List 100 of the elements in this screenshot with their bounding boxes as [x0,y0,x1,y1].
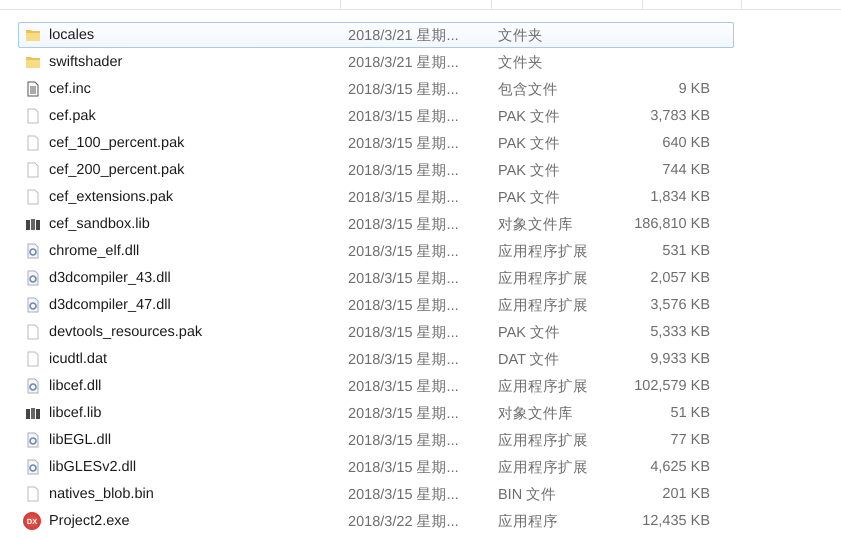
file-type: 文件夹 [498,26,544,44]
file-type: 对象文件库 [498,404,574,422]
file-size: 51 KB [670,405,710,421]
blank-file-icon [25,486,41,502]
file-size: 5,333 KB [650,324,710,340]
file-name: cef.pak [49,108,96,124]
modified-date: 2018/3/15 星期... [348,216,460,234]
file-size: 77 KB [670,432,710,448]
books-icon [25,216,41,232]
file-size: 201 KB [662,486,710,502]
blank-file-icon [25,162,41,178]
file-size: 2,057 KB [650,270,710,286]
file-type: 应用程序扩展 [498,242,589,260]
file-name: libEGL.dll [49,432,112,448]
blank-file-icon [25,135,41,151]
file-type: 对象文件库 [498,216,574,234]
file-size: 640 KB [662,135,710,151]
file-name: libcef.lib [49,405,102,421]
file-type: PAK 文件 [498,162,561,180]
blank-file-icon [25,189,41,205]
books-icon [25,405,41,421]
modified-date: 2018/3/15 星期... [348,486,460,504]
file-size: 3,783 KB [650,108,710,124]
file-row[interactable]: swiftshader 2018/3/21 星期... 文件夹 [18,49,734,75]
file-type: 应用程序扩展 [498,270,589,288]
file-size: 531 KB [662,243,710,259]
modified-date: 2018/3/15 星期... [348,378,460,396]
blank-file-icon [25,108,41,124]
file-row[interactable]: cef_200_percent.pak 2018/3/15 星期... PAK 文件 744 KB [18,157,734,183]
file-row[interactable]: natives_blob.bin 2018/3/15 星期... BIN 文件 201 KB [18,481,734,507]
file-name: libcef.dll [49,378,102,394]
file-size: 744 KB [662,162,710,178]
modified-date: 2018/3/15 星期... [348,188,460,206]
modified-date: 2018/3/15 星期... [348,350,460,368]
folder-icon [25,54,41,70]
file-row[interactable]: cef_extensions.pak 2018/3/15 星期... PAK 文件 1,834 KB [18,184,734,210]
file-name: devtools_resources.pak [49,324,202,340]
modified-date: 2018/3/15 星期... [348,242,460,260]
modified-date: 2018/3/15 星期... [348,270,460,288]
file-type: 应用程序 [498,512,559,530]
text-file-icon [25,81,41,97]
file-row[interactable]: locales 2018/3/21 星期... 文件夹 [18,22,734,48]
file-row[interactable]: libcef.dll 2018/3/15 星期... 应用程序扩展 102,579 KB [18,373,734,399]
file-name: d3dcompiler_47.dll [49,297,171,313]
blank-file-icon [25,351,41,367]
file-name: swiftshader [49,54,122,70]
modified-date: 2018/3/22 星期... [348,512,460,530]
file-row[interactable]: devtools_resources.pak 2018/3/15 星期... PAK 文件 5,333 KB [18,319,734,345]
modified-date: 2018/3/15 星期... [348,108,460,126]
file-row[interactable]: libGLESv2.dll 2018/3/15 星期... 应用程序扩展 4,625 KB [18,454,734,480]
file-name: d3dcompiler_43.dll [49,270,171,286]
file-size: 1,834 KB [650,189,710,205]
modified-date: 2018/3/15 星期... [348,432,460,450]
file-type: PAK 文件 [498,188,561,206]
file-row[interactable]: chrome_elf.dll 2018/3/15 星期... 应用程序扩展 531 KB [18,238,734,264]
file-name: cef_200_percent.pak [49,162,184,178]
file-type: 文件夹 [498,54,544,72]
file-name: natives_blob.bin [49,486,154,502]
file-type: PAK 文件 [498,324,561,342]
file-name: Project2.exe [49,513,130,529]
file-size: 186,810 KB [634,216,710,232]
file-size: 9 KB [678,81,710,97]
file-size: 9,933 KB [650,351,710,367]
file-name: icudtl.dat [49,351,108,367]
file-row[interactable]: cef.pak 2018/3/15 星期... PAK 文件 3,783 KB [18,103,734,129]
file-type: PAK 文件 [498,108,561,126]
file-row[interactable]: cef.inc 2018/3/15 星期... 包含文件 9 KB [18,76,734,102]
file-type: BIN 文件 [498,486,558,504]
file-row[interactable]: libcef.lib 2018/3/15 星期... 对象文件库 51 KB [18,400,734,426]
file-name: cef.inc [49,81,91,97]
file-name: cef_100_percent.pak [49,135,184,151]
file-type: 应用程序扩展 [498,296,589,314]
file-size: 4,625 KB [650,459,710,475]
file-name: locales [49,27,94,43]
file-type: 应用程序扩展 [498,378,589,396]
file-type: PAK 文件 [498,134,561,152]
file-row[interactable]: libEGL.dll 2018/3/15 星期... 应用程序扩展 77 KB [18,427,734,453]
modified-date: 2018/3/21 星期... [348,26,460,44]
file-name: cef_extensions.pak [49,189,174,205]
modified-date: 2018/3/15 星期... [348,324,460,342]
file-row[interactable]: d3dcompiler_47.dll 2018/3/15 星期... 应用程序扩展 3,576 KB [18,292,734,318]
file-row[interactable]: icudtl.dat 2018/3/15 星期... DAT 文件 9,933 KB [18,346,734,372]
modified-date: 2018/3/15 星期... [348,162,460,180]
modified-date: 2018/3/15 星期... [348,80,460,98]
modified-date: 2018/3/15 星期... [348,134,460,152]
blank-file-icon [25,324,41,340]
file-name: chrome_elf.dll [49,243,140,259]
file-row[interactable]: cef_100_percent.pak 2018/3/15 星期... PAK 文件 640 KB [18,130,734,156]
modified-date: 2018/3/15 星期... [348,404,460,422]
file-type: 应用程序扩展 [498,458,589,476]
file-size: 102,579 KB [634,378,710,394]
modified-date: 2018/3/15 星期... [348,458,460,476]
modified-date: 2018/3/21 星期... [348,54,460,72]
file-name: cef_sandbox.lib [49,216,150,232]
file-size: 12,435 KB [642,513,710,529]
file-row[interactable]: cef_sandbox.lib 2018/3/15 星期... 对象文件库 186,810 KB [18,211,734,237]
file-name: libGLESv2.dll [49,459,136,475]
file-size: 3,576 KB [650,297,710,313]
file-row[interactable]: d3dcompiler_43.dll 2018/3/15 星期... 应用程序扩展 2,057 KB [18,265,734,291]
file-type: DAT 文件 [498,350,561,368]
